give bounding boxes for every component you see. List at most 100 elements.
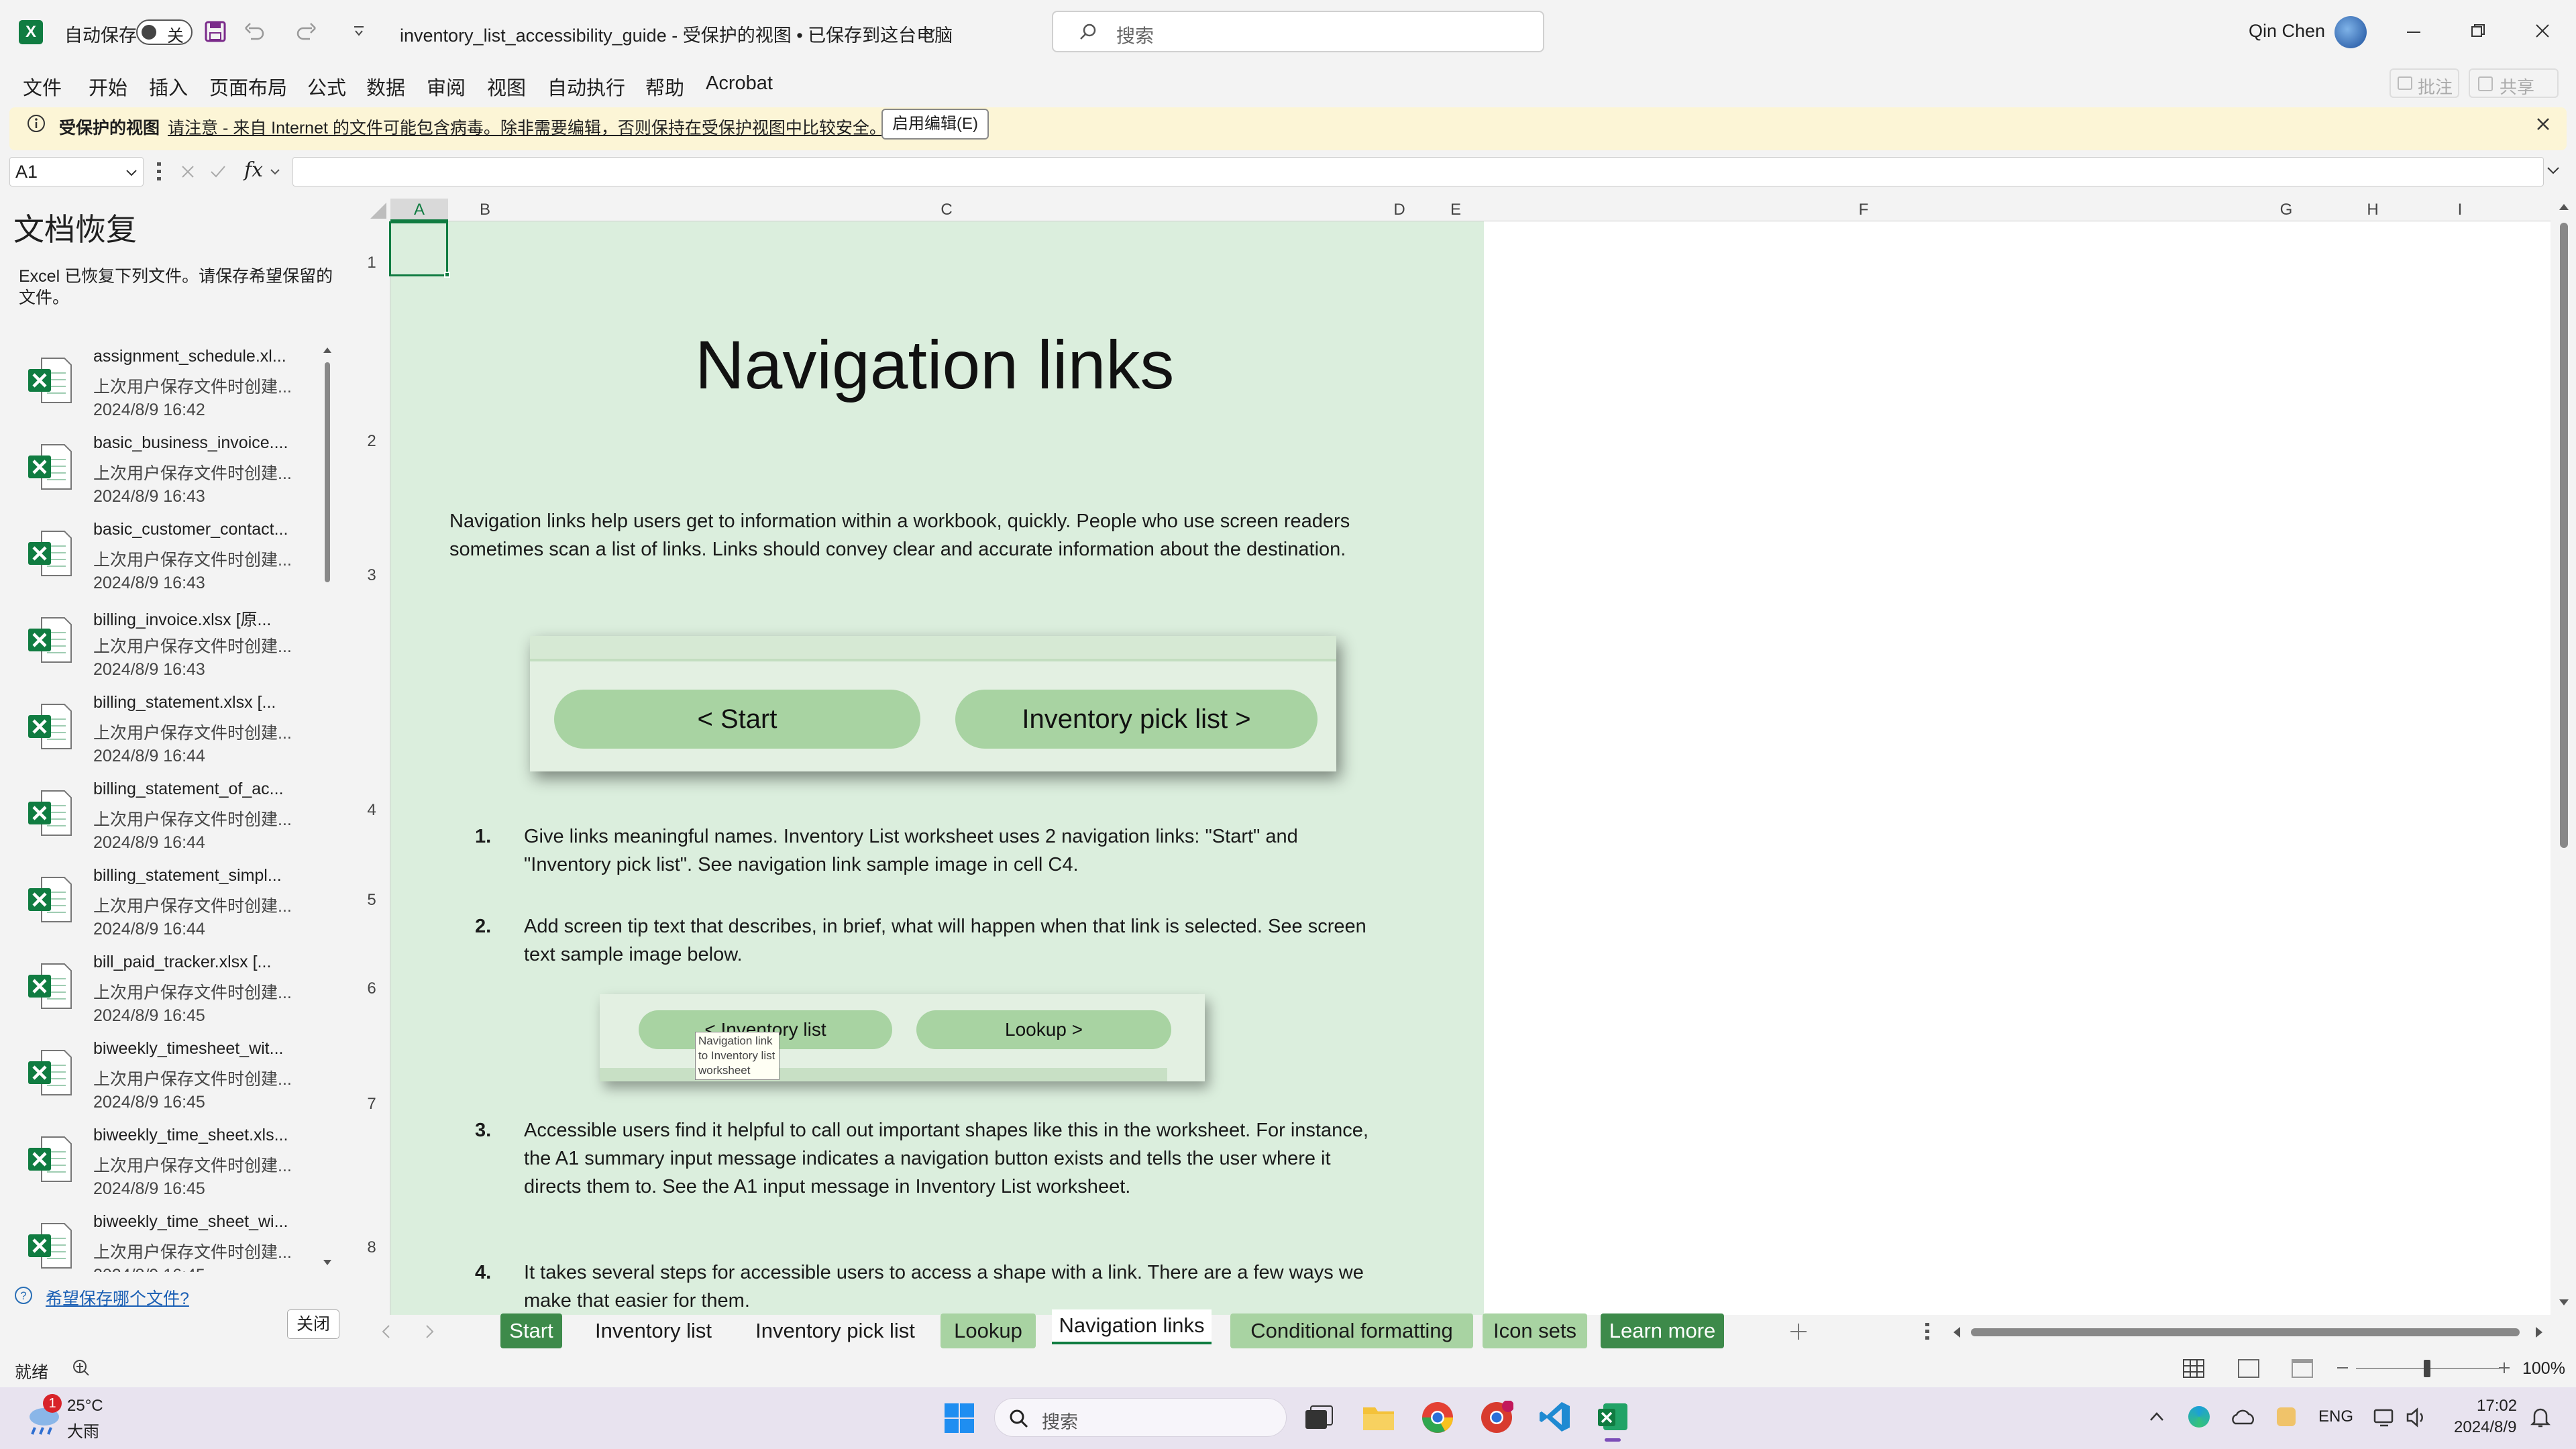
sheet-tab-inventory-pick-list[interactable]: Inventory pick list [741, 1313, 930, 1348]
expand-formula-icon[interactable] [2545, 162, 2561, 178]
avatar[interactable] [2334, 16, 2367, 48]
recovery-file-item[interactable]: billing_statement_of_ac... 上次用户保存文件时创建...… [0, 771, 335, 857]
minimize-icon[interactable] [2406, 24, 2422, 40]
taskbar-search[interactable]: 搜索 [994, 1398, 1287, 1437]
column-header-g[interactable]: G [2243, 199, 2329, 221]
recovery-file-item[interactable]: assignment_schedule.xl... 上次用户保存文件时创建... 2… [0, 338, 335, 425]
menu-help[interactable]: 帮助 [645, 72, 684, 101]
cancel-icon[interactable] [180, 164, 196, 180]
sheet-tab-start[interactable]: Start [500, 1313, 562, 1348]
show-hidden-icons[interactable] [2149, 1411, 2164, 1422]
share-button[interactable]: 共享 [2469, 68, 2559, 98]
column-header-b[interactable]: B [448, 199, 522, 221]
comment-button[interactable]: 批注 [2390, 68, 2459, 98]
redo-icon[interactable] [295, 20, 318, 43]
column-header-c[interactable]: C [522, 199, 1371, 221]
chevron-down-icon[interactable] [923, 25, 936, 39]
scroll-down-icon[interactable] [323, 1258, 331, 1267]
enter-check-icon[interactable] [209, 164, 227, 180]
zoom-slider[interactable] [2356, 1360, 2500, 1377]
recovery-file-item[interactable]: biweekly_time_sheet.xls... 上次用户保存文件时创建...… [0, 1117, 335, 1203]
page-break-view-icon[interactable] [2292, 1359, 2313, 1378]
row-header-5[interactable]: 5 [353, 891, 390, 910]
menu-page-layout[interactable]: 页面布局 [209, 72, 287, 101]
vscode-icon[interactable] [1539, 1401, 1571, 1433]
accessibility-icon[interactable] [71, 1358, 91, 1378]
name-box[interactable]: A1 [9, 157, 144, 186]
row-header-3[interactable]: 3 [353, 566, 390, 585]
sheet-tab-inventory-list[interactable]: Inventory list [578, 1313, 729, 1348]
row-header-8[interactable]: 8 [353, 1238, 390, 1257]
recovery-file-item[interactable]: basic_customer_contact... 上次用户保存文件时创建... 2… [0, 511, 335, 598]
page-layout-view-icon[interactable] [2238, 1359, 2259, 1378]
recovery-scrollbar[interactable] [323, 346, 331, 1267]
horizontal-scrollbar[interactable] [1952, 1323, 2549, 1342]
sheet-tab-lookup[interactable]: Lookup [941, 1313, 1036, 1348]
file-explorer-icon[interactable] [1362, 1402, 1395, 1432]
search-box[interactable]: 搜索 [1052, 11, 1544, 52]
menu-file[interactable]: 文件 [23, 72, 62, 101]
recovery-file-item[interactable]: billing_invoice.xlsx [原... 上次用户保存文件时创建...… [0, 598, 335, 684]
task-view-icon[interactable] [1304, 1405, 1334, 1432]
column-header-h[interactable]: H [2329, 199, 2416, 221]
add-sheet-icon[interactable] [1788, 1322, 1809, 1342]
recovery-file-item[interactable]: biweekly_timesheet_wit... 上次用户保存文件时创建... 2… [0, 1030, 335, 1117]
which-files-link[interactable]: 希望保存哪个文件? [46, 1285, 189, 1309]
onedrive-icon[interactable] [2230, 1409, 2257, 1426]
column-header-d[interactable]: D [1371, 199, 1428, 221]
save-icon[interactable] [204, 20, 227, 43]
menu-insert[interactable]: 插入 [149, 72, 188, 101]
column-header-i[interactable]: I [2416, 199, 2504, 221]
restore-icon[interactable] [2470, 23, 2486, 39]
column-header-f[interactable]: F [1484, 199, 2243, 221]
quick-access-customize-icon[interactable] [352, 24, 366, 39]
scroll-right-icon[interactable] [2534, 1327, 2544, 1338]
normal-view-icon[interactable] [2183, 1359, 2204, 1378]
app-tray-icon[interactable] [2277, 1407, 2296, 1426]
close-message-icon[interactable] [2536, 117, 2551, 131]
selected-cell-a1[interactable] [389, 221, 448, 276]
more-options-icon[interactable] [157, 162, 161, 181]
sheet-tab-navigation-links[interactable]: Navigation links [1052, 1309, 1212, 1344]
prev-sheet-icon[interactable] [381, 1324, 392, 1339]
recovery-close-button[interactable]: 关闭 [287, 1309, 339, 1339]
document-title[interactable]: inventory_list_accessibility_guide - 受保护… [400, 21, 953, 47]
close-icon[interactable] [2534, 23, 2551, 39]
scroll-left-icon[interactable] [1952, 1327, 1962, 1338]
scroll-up-icon[interactable] [2559, 203, 2569, 211]
clock-time[interactable]: 17:02 [2477, 1397, 2517, 1415]
chrome-profile-icon[interactable] [1480, 1401, 1513, 1434]
scrollbar-thumb[interactable] [325, 362, 330, 582]
tab-options-icon[interactable] [1925, 1323, 1929, 1340]
menu-home[interactable]: 开始 [89, 72, 127, 101]
sheet-tab-conditional-formatting[interactable]: Conditional formatting [1230, 1313, 1473, 1348]
menu-view[interactable]: 视图 [487, 72, 526, 101]
row-header-4[interactable]: 4 [353, 801, 390, 820]
zoom-in-icon[interactable] [2498, 1362, 2510, 1374]
menu-acrobat[interactable]: Acrobat [706, 72, 773, 95]
row-header-1[interactable]: 1 [353, 254, 390, 272]
clock-date[interactable]: 2024/8/9 [2454, 1418, 2516, 1437]
row-header-2[interactable]: 2 [353, 432, 390, 451]
scrollbar-thumb[interactable] [1971, 1328, 2520, 1336]
notification-bell-icon[interactable] [2530, 1406, 2551, 1429]
row-header-7[interactable]: 7 [353, 1095, 390, 1114]
zoom-level[interactable]: 100% [2522, 1359, 2565, 1379]
chrome-icon[interactable] [1421, 1401, 1454, 1434]
scrollbar-thumb[interactable] [2560, 223, 2568, 848]
fill-handle[interactable] [444, 272, 450, 278]
recovery-file-item[interactable]: biweekly_time_sheet_wi... 上次用户保存文件时创建... 2… [0, 1203, 335, 1272]
column-header-e[interactable]: E [1428, 199, 1484, 221]
menu-formulas[interactable]: 公式 [307, 72, 346, 101]
next-sheet-icon[interactable] [424, 1324, 435, 1339]
autosave-toggle[interactable]: 关 [136, 19, 193, 46]
recovery-file-item[interactable]: billing_statement_simpl... 上次用户保存文件时创建...… [0, 857, 335, 944]
formula-input[interactable] [292, 157, 2544, 186]
edge-sync-icon[interactable] [2188, 1406, 2210, 1428]
sheet-tab-learn-more[interactable]: Learn more [1601, 1313, 1724, 1348]
insert-function-button[interactable]: fx [244, 158, 263, 182]
volume-icon[interactable] [2406, 1407, 2427, 1428]
undo-icon[interactable] [243, 20, 266, 43]
user-name[interactable]: Qin Chen [2249, 21, 2325, 42]
excel-taskbar-icon[interactable] [1597, 1401, 1629, 1433]
